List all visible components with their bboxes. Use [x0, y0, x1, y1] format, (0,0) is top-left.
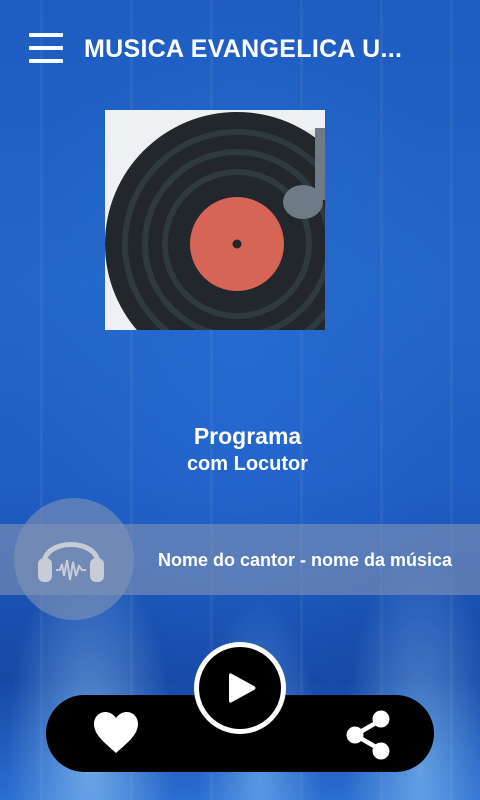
- play-icon: [229, 673, 256, 703]
- hamburger-menu-icon: [29, 59, 63, 63]
- headphones-icon: [38, 542, 104, 582]
- vinyl-record-icon: [105, 110, 325, 330]
- background-streak: [380, 0, 383, 800]
- program-name: Programa: [193, 423, 302, 449]
- play-button[interactable]: [194, 642, 286, 734]
- hamburger-menu-icon: [29, 33, 63, 37]
- heart-icon[interactable]: [93, 712, 139, 754]
- album-cover: [105, 110, 325, 330]
- hamburger-menu-icon: [29, 46, 63, 50]
- share-icon[interactable]: [345, 710, 391, 760]
- background-streak: [40, 0, 43, 800]
- background-streak: [450, 0, 453, 800]
- program-host: com Locutor: [186, 453, 309, 475]
- now-playing-track: Nome do cantor - nome da música: [158, 550, 453, 570]
- play-button-inner: [199, 647, 281, 729]
- menu-button[interactable]: [29, 33, 63, 63]
- app-title: MUSICA EVANGELICA U...: [84, 35, 403, 63]
- top-bar: MUSICA EVANGELICA U...: [0, 0, 480, 100]
